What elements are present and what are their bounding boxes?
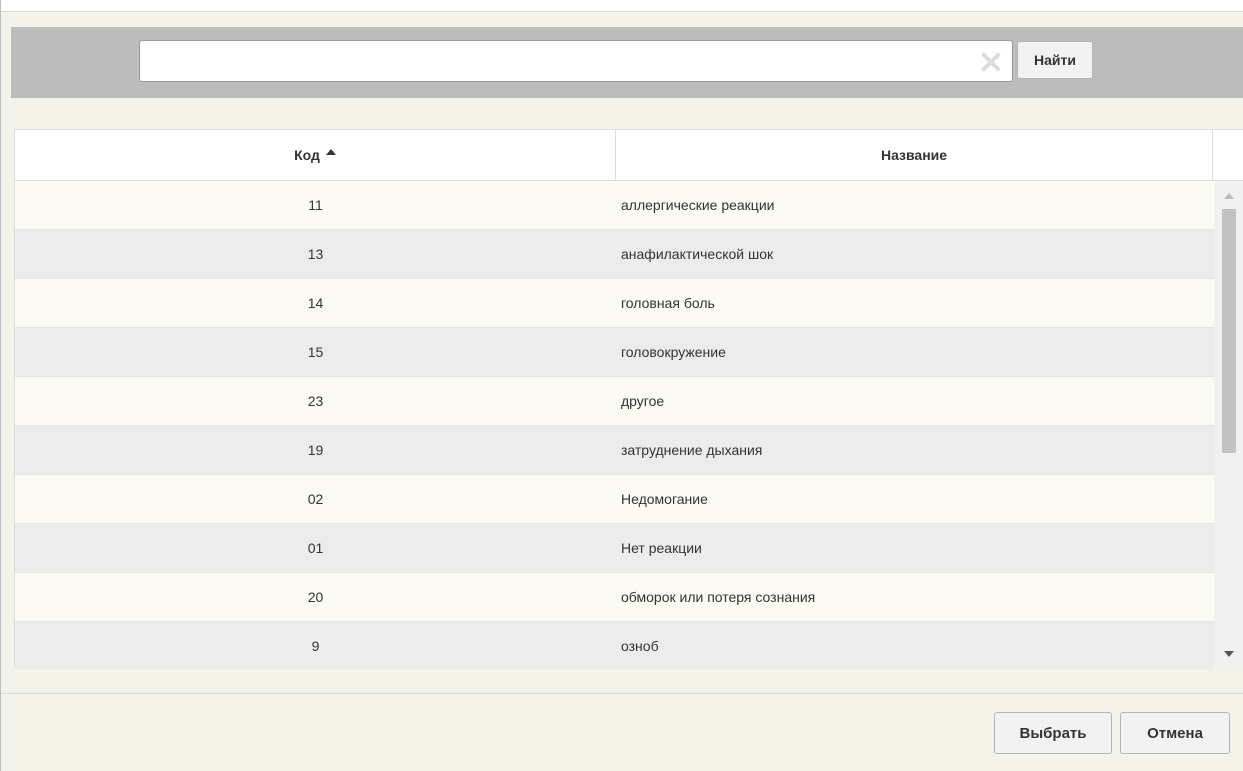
scroll-down-arrow-icon[interactable]	[1224, 651, 1234, 657]
cell-code: 02	[307, 491, 324, 507]
select-button[interactable]: Выбрать	[994, 712, 1112, 754]
table-row[interactable]: 20 обморок или потеря сознания	[15, 573, 1214, 622]
cell-name: обморок или потеря сознания	[621, 589, 816, 605]
search-input[interactable]	[140, 41, 970, 81]
cell-code: 19	[307, 442, 324, 458]
table-row[interactable]: 01 Нет реакции	[15, 524, 1214, 573]
table-header: Код Название	[15, 130, 1243, 181]
table-row[interactable]: 02 Недомогание	[15, 475, 1214, 524]
table-row[interactable]: 14 головная боль	[15, 279, 1214, 328]
column-header-name-label: Название	[880, 147, 948, 163]
cell-name: анафилактической шок	[621, 246, 774, 262]
find-button[interactable]: Найти	[1017, 41, 1093, 79]
cell-code: 13	[307, 246, 324, 262]
search-bar: Найти	[11, 27, 1243, 98]
cell-name: другое	[621, 393, 665, 409]
sort-ascending-icon	[325, 149, 336, 155]
cell-code: 23	[307, 393, 324, 409]
scroll-up-arrow-icon[interactable]	[1224, 193, 1234, 199]
cell-name: Недомогание	[621, 491, 708, 507]
column-header-code[interactable]: Код	[15, 130, 616, 180]
scrollbar-thumb[interactable]	[1222, 209, 1236, 453]
table-row[interactable]: 11 аллергические реакции	[15, 181, 1214, 230]
cell-name: аллергические реакции	[621, 197, 775, 213]
cell-name: затруднение дыхания	[621, 442, 763, 458]
table-scrollbar[interactable]	[1214, 181, 1243, 669]
table-body: 11 аллергические реакции 13 анафилактиче…	[15, 181, 1214, 669]
clear-x-icon[interactable]	[980, 51, 1002, 73]
cell-code: 20	[307, 589, 324, 605]
cell-name: головная боль	[621, 295, 715, 311]
table-row[interactable]: 9 озноб	[15, 622, 1214, 669]
cell-name: Нет реакции	[621, 540, 702, 556]
table-row[interactable]: 13 анафилактической шок	[15, 230, 1214, 279]
dialog-top-strip	[1, 0, 1243, 12]
results-table: Код Название 11 аллергические реакции 13…	[14, 129, 1243, 669]
cancel-button[interactable]: Отмена	[1120, 712, 1230, 754]
table-row[interactable]: 23 другое	[15, 377, 1214, 426]
footer-divider	[1, 693, 1243, 694]
selection-dialog: Найти Код Название 11 аллергические реак…	[0, 0, 1243, 771]
cell-code: 15	[307, 344, 324, 360]
search-field[interactable]	[139, 40, 1013, 82]
cell-code: 11	[308, 197, 323, 213]
cell-code: 01	[307, 540, 324, 556]
table-row[interactable]: 19 затруднение дыхания	[15, 426, 1214, 475]
table-row[interactable]: 15 головокружение	[15, 328, 1214, 377]
cell-name: озноб	[621, 638, 659, 654]
column-header-name[interactable]: Название	[616, 130, 1213, 180]
cell-code: 14	[307, 295, 324, 311]
cell-code: 9	[311, 638, 320, 654]
column-header-code-label: Код	[294, 147, 320, 163]
cell-name: головокружение	[621, 344, 726, 360]
